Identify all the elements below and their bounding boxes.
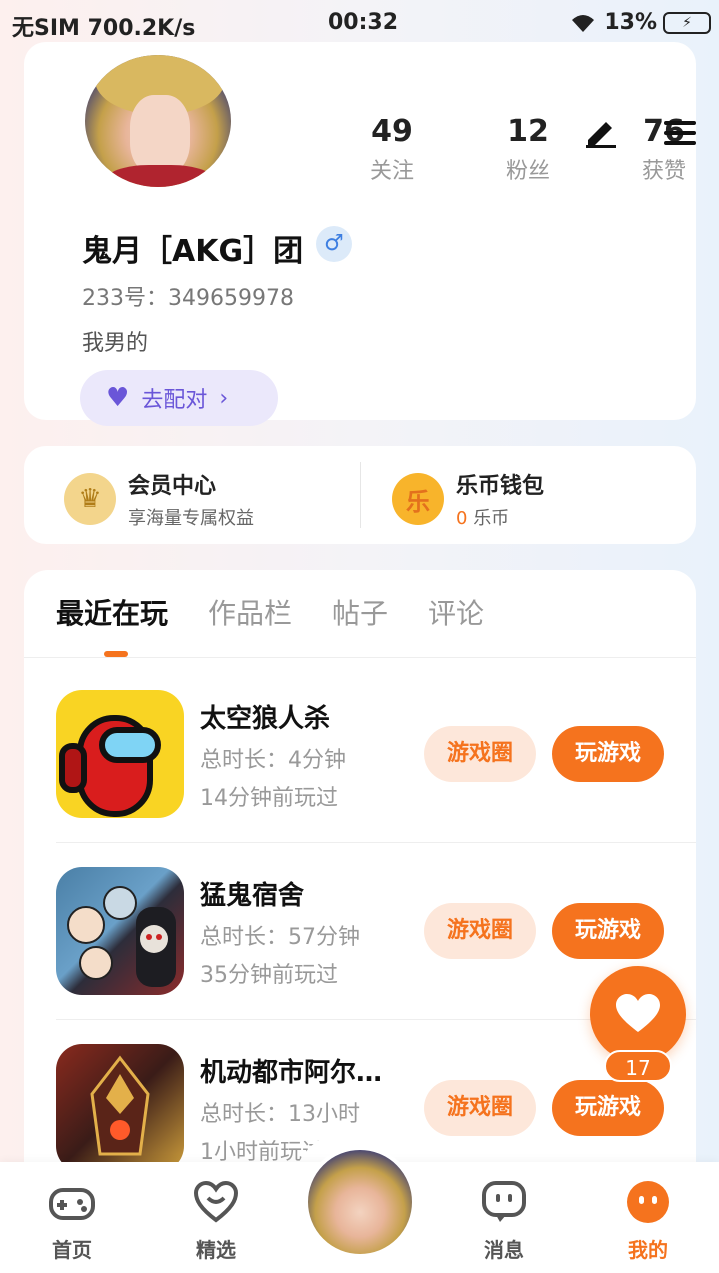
user-name: 鬼月［AKG］团 [82,234,304,269]
like-count-badge: 17 [604,1050,672,1082]
like-button[interactable] [590,966,686,1062]
nav-messages[interactable]: 消息 [464,1180,544,1263]
wallet-title: 乐币钱包 [456,474,545,499]
game-icon-among-us[interactable] [56,690,184,818]
stat-followers[interactable]: 12 粉丝 [460,114,596,185]
vip-wallet-card: ♛ 会员中心 享海量专属权益 乐 乐币钱包 0 乐币 [24,446,696,544]
stat-following[interactable]: 49 关注 [324,114,460,185]
profile-card: 49 关注 12 粉丝 76 获赞 鬼月［AKG］团 ♂ 233号：349659… [24,42,696,426]
gamepad-icon [49,1188,95,1220]
heart-outline-icon [193,1180,239,1223]
nav-label: 精选 [196,1238,236,1262]
nav-me[interactable]: 我的 [608,1180,688,1263]
chat-icon [482,1181,526,1222]
nav-label: 消息 [484,1238,524,1262]
game-icon-ghost-dorm[interactable] [56,867,184,995]
game-circle-button[interactable]: 游戏圈 [424,903,536,959]
tab-works[interactable]: 作品栏 [208,592,292,632]
chevron-right-icon: › [219,385,229,411]
clock: 00:32 [328,10,399,35]
status-right: 13% ⚡ [568,10,711,35]
stat-value: 49 [371,114,413,149]
match-label: 去配对 [141,388,208,413]
nav-label: 首页 [52,1238,92,1262]
coin-wallet[interactable]: 乐 乐币钱包 0 乐币 [392,468,544,530]
game-last-played: 14分钟前玩过 [200,786,338,811]
profile-stats: 49 关注 12 粉丝 76 获赞 [324,114,719,185]
wifi-icon [572,14,595,32]
play-game-button[interactable]: 玩游戏 [552,726,664,782]
stat-label: 获赞 [641,159,686,184]
game-row[interactable]: 太空狼人杀 总时长：4分钟 14分钟前玩过 游戏圈 玩游戏 [24,690,696,866]
game-circle-button[interactable]: 游戏圈 [424,1080,536,1136]
double-heart-icon: ♥ [106,383,130,413]
wallet-amount: 0 [456,508,468,529]
battery-percent: 13% [604,10,657,35]
stat-label: 粉丝 [505,159,550,184]
game-icon-mech-city[interactable] [56,1044,184,1172]
divider [360,462,361,528]
activity-tabs: 最近在玩 作品栏 帖子 评论 [56,592,484,632]
game-total-time: 总时长：57分钟 [200,925,360,950]
game-last-played: 35分钟前玩过 [200,963,338,988]
game-total-time: 总时长：4分钟 [200,748,346,773]
nav-label: 我的 [628,1238,668,1262]
nav-featured[interactable]: 精选 [176,1180,256,1263]
game-name: 猛鬼宿舍 [200,881,305,911]
game-circle-button[interactable]: 游戏圈 [424,726,536,782]
wallet-balance: 0 乐币 [456,504,544,530]
menu-icon[interactable] [664,120,696,146]
face-icon [627,1181,669,1223]
stat-label: 关注 [369,159,414,184]
tab-recent-played[interactable]: 最近在玩 [56,592,168,632]
tab-posts[interactable]: 帖子 [332,592,388,632]
match-button[interactable]: ♥ 去配对 › [80,370,278,426]
game-name: 太空狼人杀 [200,704,331,734]
play-game-button[interactable]: 玩游戏 [552,1080,664,1136]
crown-icon: ♛ [64,473,116,525]
male-gender-icon: ♂ [316,226,352,262]
battery-icon: ⚡ [663,11,711,34]
member-subtitle: 享海量专属权益 [128,508,254,529]
edit-icon[interactable] [584,118,618,148]
status-bar: 无SIM 700.2K/s 00:32 13% ⚡ [0,0,719,48]
wallet-unit: 乐币 [473,508,510,529]
game-name: 机动都市阿尔… [200,1058,383,1088]
member-center[interactable]: ♛ 会员中心 享海量专属权益 [64,468,254,530]
divider [56,842,696,843]
user-id: 233号：349659978 [82,286,294,311]
member-title: 会员中心 [128,474,217,499]
game-total-time: 总时长：13小时 [200,1102,360,1127]
stat-value: 12 [507,114,549,149]
profile-avatar[interactable] [82,52,234,190]
coin-icon: 乐 [392,473,444,525]
tab-comments[interactable]: 评论 [428,592,484,632]
heart-icon [616,994,660,1032]
divider [24,657,696,658]
nav-home[interactable]: 首页 [32,1180,112,1263]
user-bio: 我男的 [82,331,149,356]
nav-center-avatar[interactable] [304,1146,416,1258]
network-status: 无SIM 700.2K/s [12,16,196,41]
play-game-button[interactable]: 玩游戏 [552,903,664,959]
